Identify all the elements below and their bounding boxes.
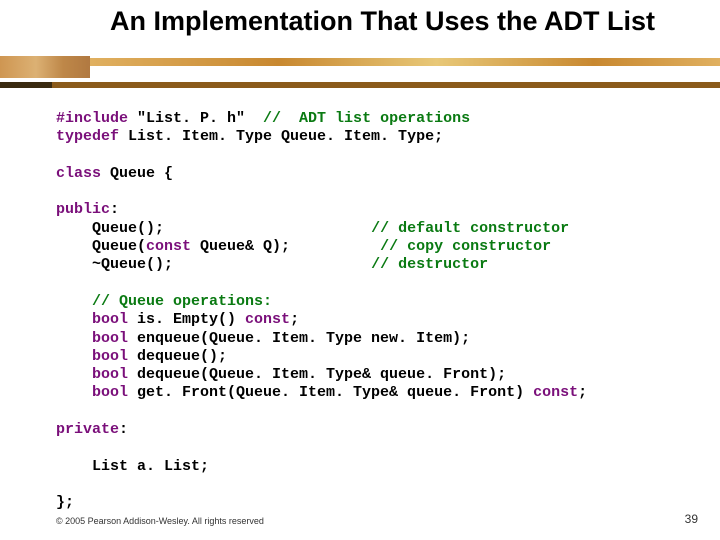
kw-bool: bool (56, 348, 128, 365)
code-text: ; (578, 384, 587, 401)
comment: // destructor (371, 256, 488, 273)
kw-bool: bool (56, 330, 128, 347)
kw-const: const (533, 384, 578, 401)
kw-class: class (56, 165, 101, 182)
kw-typedef: typedef (56, 128, 119, 145)
code-text: enqueue(Queue. Item. Type new. Item); (128, 330, 470, 347)
kw-bool: bool (56, 366, 128, 383)
code-text: : (110, 201, 119, 218)
header-image (0, 56, 90, 78)
kw-bool: bool (56, 311, 128, 328)
comment: // copy constructor (380, 238, 551, 255)
code-text: ~Queue(); (56, 256, 371, 273)
code-text: Queue& Q); (191, 238, 380, 255)
code-text: Queue( (56, 238, 146, 255)
comment: // default constructor (371, 220, 569, 237)
kw-include: #include (56, 110, 128, 127)
comment: // Queue operations: (92, 293, 272, 310)
slide-title: An Implementation That Uses the ADT List (110, 6, 690, 38)
header-decoration (0, 56, 720, 78)
code-text: get. Front(Queue. Item. Type& queue. Fro… (128, 384, 533, 401)
code-text: ; (290, 311, 299, 328)
code-text: Queue(); (56, 220, 371, 237)
code-text: List. Item. Type Queue. Item. Type; (119, 128, 443, 145)
code-text: "List. P. h" (128, 110, 263, 127)
kw-const: const (146, 238, 191, 255)
header-gradient-bar (90, 58, 720, 66)
code-text: dequeue(); (128, 348, 227, 365)
header-divider (0, 82, 720, 88)
code-block: #include "List. P. h" // ADT list operat… (56, 110, 680, 513)
kw-public: public (56, 201, 110, 218)
kw-bool: bool (56, 384, 128, 401)
kw-private: private (56, 421, 119, 438)
page-number: 39 (685, 512, 698, 526)
comment: // ADT list operations (263, 110, 470, 127)
code-text: Queue { (101, 165, 173, 182)
code-text: : (119, 421, 128, 438)
kw-const: const (245, 311, 290, 328)
code-text: }; (56, 494, 74, 511)
code-text: List a. List; (56, 458, 209, 475)
code-text: dequeue(Queue. Item. Type& queue. Front)… (128, 366, 506, 383)
copyright-footer: © 2005 Pearson Addison-Wesley. All right… (56, 516, 264, 526)
code-text: is. Empty() (128, 311, 245, 328)
code-text (56, 293, 92, 310)
